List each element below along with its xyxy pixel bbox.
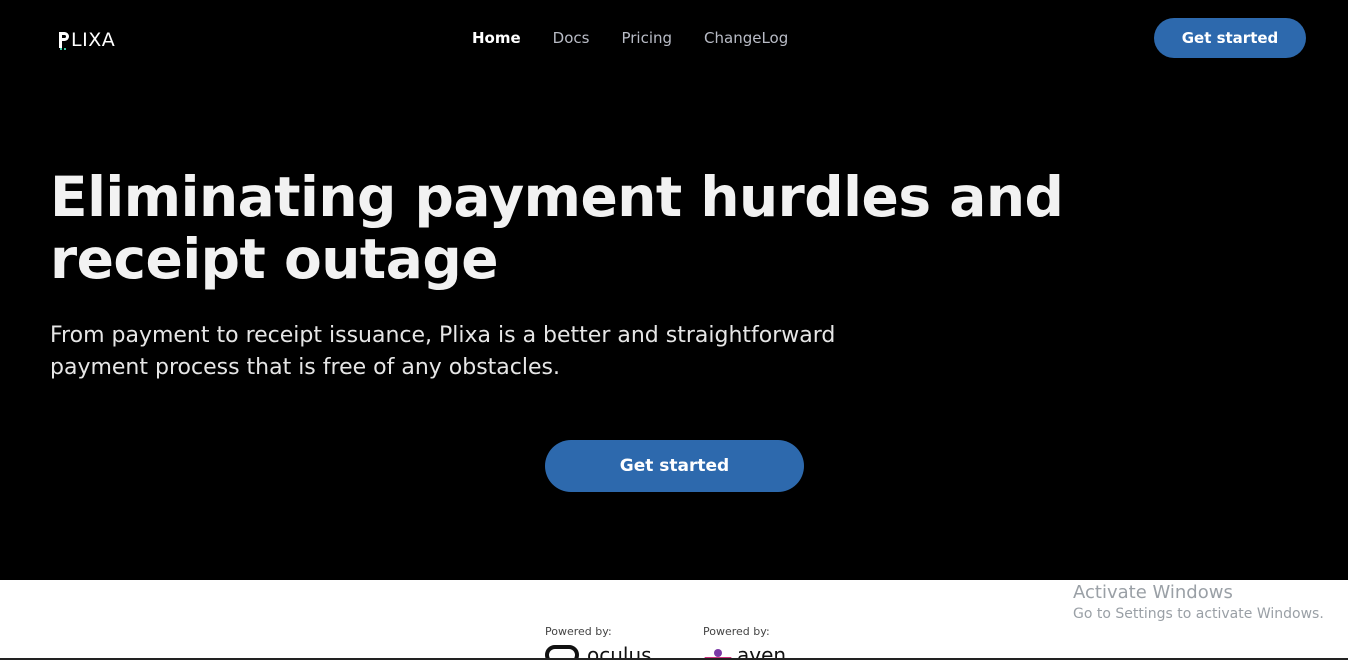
plixa-logo-icon [59, 30, 71, 50]
powered-by-label: Powered by: [545, 625, 612, 638]
partner-aven: Powered by: aven [703, 625, 786, 660]
logo-text: LIXA [71, 29, 116, 51]
hero-section: LIXA Home Docs Pricing ChangeLog Get sta… [0, 0, 1348, 580]
activate-windows-watermark: Activate Windows Go to Settings to activ… [1073, 582, 1324, 624]
hero-headline: Eliminating payment hurdles and receipt … [50, 165, 1064, 291]
watermark-title: Activate Windows [1073, 582, 1233, 603]
nav-pricing[interactable]: Pricing [621, 27, 672, 49]
main-nav: Home Docs Pricing ChangeLog [472, 27, 788, 49]
hero-get-started-button[interactable]: Get started [545, 440, 804, 492]
powered-by-label: Powered by: [703, 625, 770, 638]
watermark-subtitle: Go to Settings to activate Windows. [1073, 606, 1324, 622]
nav-changelog[interactable]: ChangeLog [704, 27, 788, 49]
header-get-started-button[interactable]: Get started [1154, 18, 1306, 58]
nav-home[interactable]: Home [472, 27, 521, 49]
partner-oculus: Powered by: oculus [545, 625, 652, 660]
plixa-logo[interactable]: LIXA [59, 26, 115, 50]
nav-docs[interactable]: Docs [553, 27, 590, 49]
hero-subtitle: From payment to receipt issuance, Plixa … [50, 323, 836, 380]
